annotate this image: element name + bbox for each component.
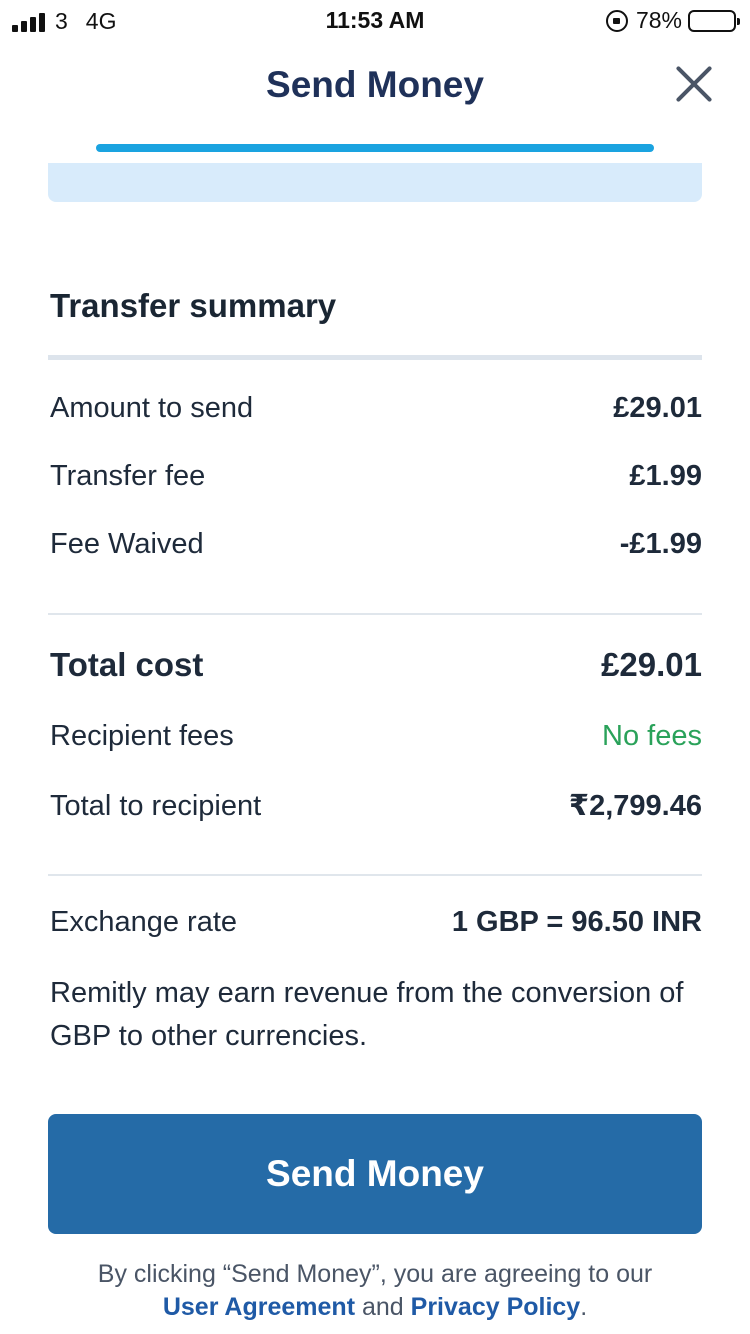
status-bar: 3 4G 11:53 AM 78% <box>0 0 750 40</box>
close-icon[interactable] <box>674 64 714 104</box>
conversion-disclaimer: Remitly may earn revenue from the conver… <box>50 977 684 1052</box>
total-to-recipient-label: Total to recipient <box>50 790 262 822</box>
row-label: Fee Waived <box>50 528 204 560</box>
user-agreement-link[interactable]: User Agreement <box>163 1293 355 1321</box>
privacy-policy-link[interactable]: Privacy Policy <box>411 1293 581 1321</box>
recipient-fees-row: Recipient fees No fees <box>50 720 702 753</box>
footer-and: and <box>361 1293 404 1321</box>
recipient-fees-label: Recipient fees <box>50 720 234 752</box>
rotation-lock-icon <box>605 9 628 32</box>
total-cost-value: £29.01 <box>601 646 702 683</box>
summary-row-amount: Amount to send £29.01 <box>50 392 702 425</box>
send-money-button[interactable]: Send Money <box>48 1114 702 1234</box>
divider <box>48 355 702 360</box>
section-title: Transfer summary <box>50 287 337 324</box>
status-right: 78% <box>605 7 740 34</box>
page-title: Send Money <box>266 64 484 105</box>
legal-footer: By clicking “Send Money”, you are agreei… <box>30 1258 720 1324</box>
total-to-recipient-value: ₹2,799.46 <box>568 790 702 822</box>
row-value: £29.01 <box>613 392 702 424</box>
row-label: Amount to send <box>50 392 254 424</box>
row-value: -£1.99 <box>619 528 702 560</box>
summary-row-fee: Transfer fee £1.99 <box>50 460 702 493</box>
battery-icon <box>688 9 740 32</box>
progress-bar <box>96 144 654 152</box>
exchange-rate-row: Exchange rate 1 GBP = 96.50 INR <box>50 906 702 939</box>
footer-suffix: . <box>580 1293 588 1321</box>
info-card <box>48 163 702 202</box>
total-cost-row: Total cost £29.01 <box>50 646 702 684</box>
battery-percent: 78% <box>635 7 682 33</box>
total-cost-label: Total cost <box>50 646 204 683</box>
total-to-recipient-row: Total to recipient ₹2,799.46 <box>50 788 702 823</box>
row-value: £1.99 <box>629 460 702 492</box>
exchange-rate-label: Exchange rate <box>50 906 238 938</box>
summary-row-fee-waived: Fee Waived -£1.99 <box>50 528 702 561</box>
footer-prefix: By clicking “Send Money”, you are agreei… <box>97 1260 653 1288</box>
exchange-rate-value: 1 GBP = 96.50 INR <box>451 906 702 938</box>
divider <box>48 874 702 876</box>
divider <box>48 613 702 615</box>
recipient-fees-value: No fees <box>602 720 702 752</box>
row-label: Transfer fee <box>50 460 206 492</box>
